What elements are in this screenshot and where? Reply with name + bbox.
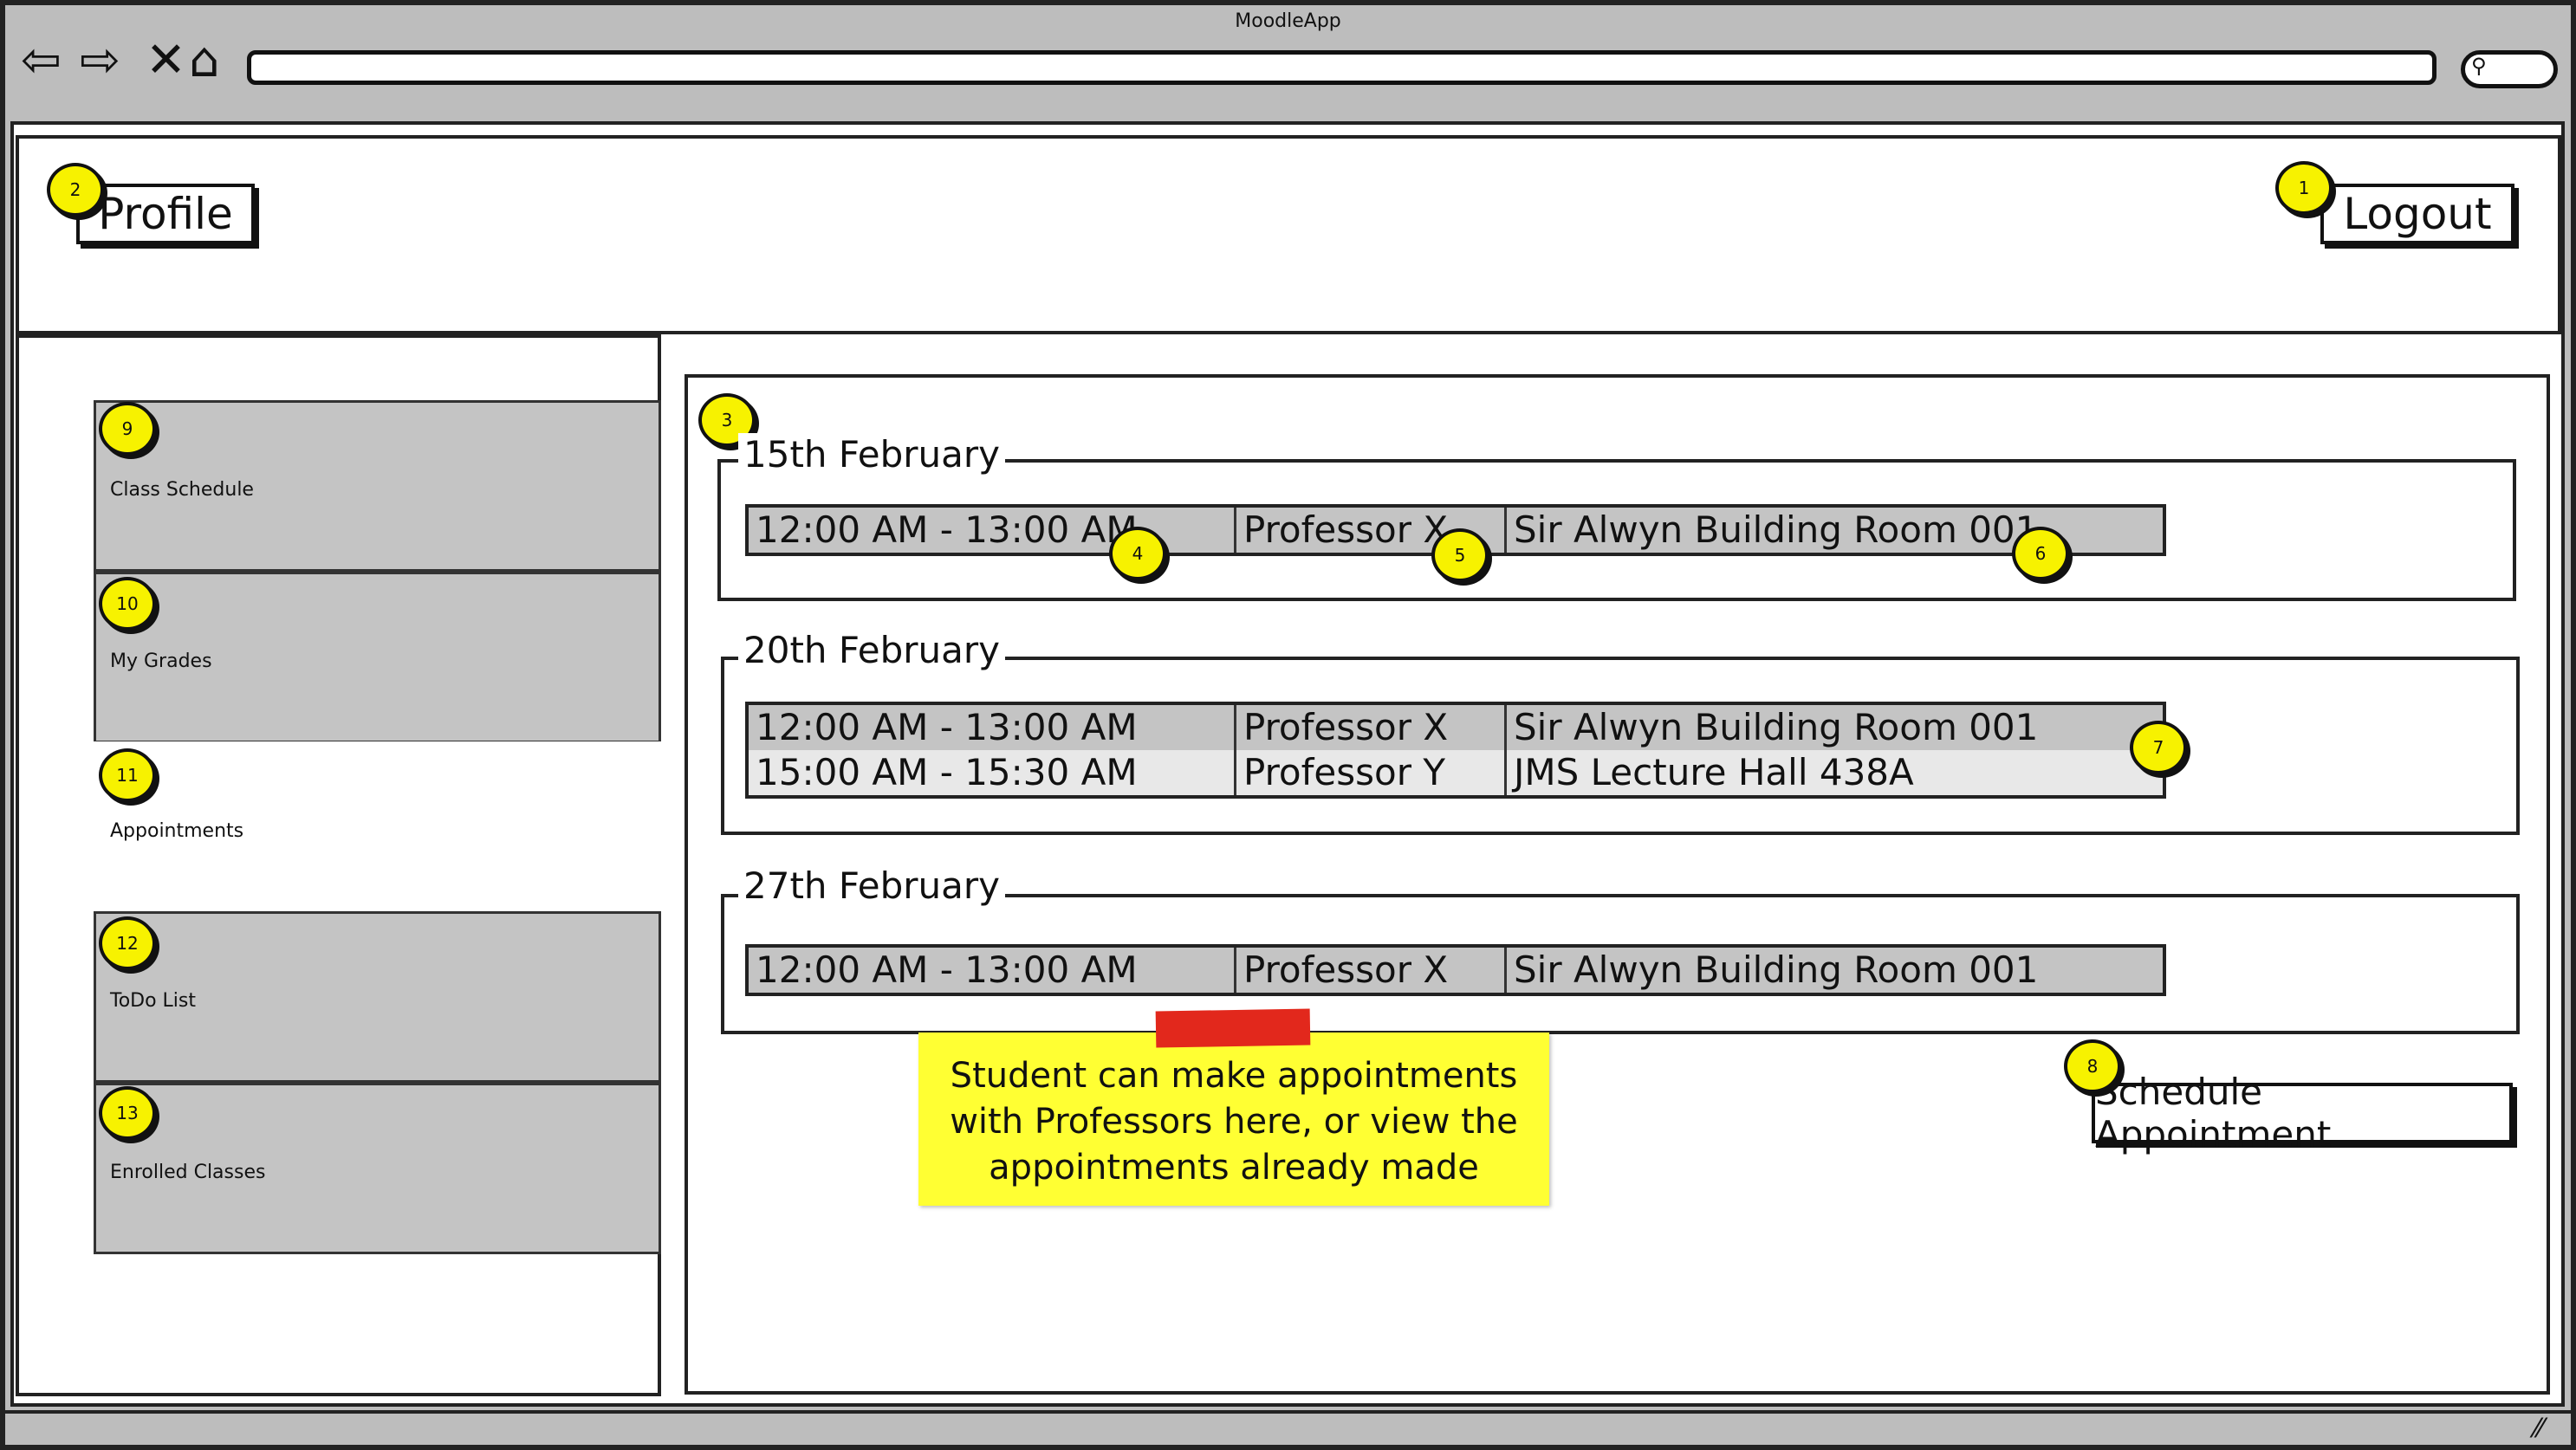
date-heading: 15th February	[738, 433, 1005, 476]
status-bar	[5, 1410, 2571, 1445]
professor-cell: Professor X	[1234, 705, 1448, 750]
annotation-marker: 11	[99, 748, 156, 802]
annotation-marker: 8	[2064, 1039, 2121, 1093]
table-row[interactable]: 12:00 AM - 13:00 AM Professor X Sir Alwy…	[749, 705, 2163, 750]
location-cell: JMS Lecture Hall 438A	[1504, 750, 1914, 795]
sidebar-item-my-grades[interactable]: My Grades	[94, 572, 661, 743]
search-icon: ⚲	[2471, 54, 2487, 78]
close-icon[interactable]: ✕	[146, 35, 186, 87]
sidebar-item-class-schedule[interactable]: Class Schedule	[94, 400, 661, 572]
forward-icon[interactable]: ⇨	[80, 35, 120, 87]
appointments-table: 12:00 AM - 13:00 AM Professor X Sir Alwy…	[745, 702, 2166, 799]
sidebar-item-todo-list[interactable]: ToDo List	[94, 911, 661, 1083]
annotation-marker: 5	[1431, 528, 1489, 582]
professor-cell: Professor X	[1234, 948, 1448, 993]
professor-cell: Professor X	[1234, 508, 1448, 553]
logout-button[interactable]: Logout	[2320, 184, 2514, 244]
address-bar[interactable]	[247, 50, 2436, 85]
location-cell: Sir Alwyn Building Room 001	[1504, 508, 2038, 553]
location-cell: Sir Alwyn Building Room 001	[1504, 948, 2038, 993]
annotation-marker: 6	[2012, 527, 2069, 580]
sidebar-item-appointments[interactable]: Appointments	[94, 741, 661, 913]
sticky-note: Student can make appointments with Profe…	[918, 1032, 1549, 1206]
date-heading: 20th February	[738, 629, 1005, 671]
home-icon[interactable]: ⌂	[189, 35, 220, 87]
table-row[interactable]: 15:00 AM - 15:30 AM Professor Y JMS Lect…	[749, 750, 2163, 795]
annotation-marker: 1	[2275, 161, 2333, 215]
annotation-marker: 13	[99, 1086, 156, 1140]
annotation-marker: 7	[2130, 721, 2187, 774]
table-row[interactable]: 12:00 AM - 13:00 AM Professor X Sir Alwy…	[749, 948, 2163, 993]
annotation-marker: 12	[99, 916, 156, 970]
professor-cell: Professor Y	[1234, 750, 1445, 795]
resize-grip-icon[interactable]: ⁄⁄	[2534, 1414, 2543, 1444]
tape-strip	[1155, 1008, 1311, 1048]
sidebar-item-label: Appointments	[110, 820, 244, 842]
time-cell: 12:00 AM - 13:00 AM	[756, 706, 1138, 748]
time-cell: 15:00 AM - 15:30 AM	[756, 751, 1138, 793]
location-cell: Sir Alwyn Building Room 001	[1504, 705, 2038, 750]
time-cell: 12:00 AM - 13:00 AM	[756, 508, 1138, 551]
sidebar-item-label: My Grades	[110, 651, 212, 672]
date-heading: 27th February	[738, 864, 1005, 907]
back-icon[interactable]: ⇦	[21, 35, 62, 87]
sidebar-item-enrolled-classes[interactable]: Enrolled Classes	[94, 1083, 661, 1254]
header-bar	[16, 135, 2561, 334]
annotation-marker: 4	[1109, 527, 1166, 580]
sidebar-item-label: Class Schedule	[110, 479, 254, 501]
time-cell: 12:00 AM - 13:00 AM	[756, 948, 1138, 991]
annotation-marker: 9	[99, 402, 156, 456]
window-title: MoodleApp	[1235, 10, 1341, 32]
annotation-marker: 10	[99, 577, 156, 631]
sidebar-item-label: Enrolled Classes	[110, 1162, 266, 1183]
appointments-table: 12:00 AM - 13:00 AM Professor X Sir Alwy…	[745, 944, 2166, 996]
sidebar-item-label: ToDo List	[110, 990, 197, 1012]
annotation-marker: 2	[47, 163, 104, 217]
schedule-appointment-button[interactable]: Schedule Appointment	[2092, 1071, 2513, 1155]
